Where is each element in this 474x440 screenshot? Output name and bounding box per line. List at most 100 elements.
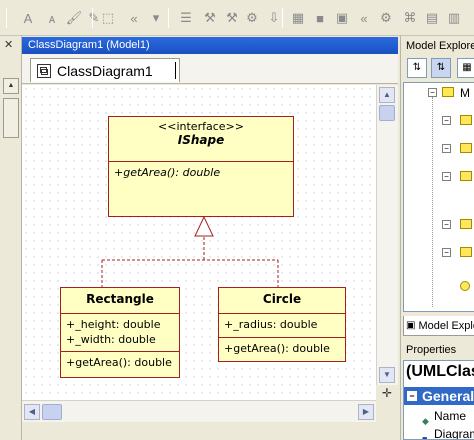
collapse-icon[interactable]: − xyxy=(442,248,451,257)
diagram-canvas[interactable]: <<interface>> IShape +getArea(): double … xyxy=(22,85,376,400)
property-label: Name xyxy=(434,409,467,423)
left-dock-strip: ✕ ▲ xyxy=(0,36,22,440)
element-icon[interactable]: ▤ xyxy=(422,8,442,28)
properties-category[interactable]: − General xyxy=(404,387,474,405)
collapse-icon[interactable]: − xyxy=(442,116,451,125)
font-icon[interactable]: A xyxy=(18,8,38,28)
model-icon xyxy=(442,87,454,97)
class-rectangle[interactable]: Rectangle +_height: double +_width: doub… xyxy=(60,287,180,378)
toolbar-separator xyxy=(92,8,93,28)
circle-operation: +getArea(): double xyxy=(224,342,330,355)
sort-alpha-icon[interactable]: ⇅ xyxy=(431,58,451,78)
sort-icon[interactable]: ⇅ xyxy=(407,58,427,78)
select-icon[interactable]: ⬚ xyxy=(98,8,118,28)
tools-icon[interactable]: ⚙ xyxy=(242,8,262,28)
rectangle-attribute: +_width: double xyxy=(66,333,156,346)
class-ishape[interactable]: <<interface>> IShape +getArea(): double xyxy=(108,116,294,217)
edit-icon[interactable]: ☰ xyxy=(176,8,196,28)
property-row[interactable]: ■ Diagram xyxy=(404,425,474,440)
tree-item[interactable]: − xyxy=(404,141,474,157)
scroll-right-button[interactable]: ▶ xyxy=(358,404,374,420)
collapse-icon[interactable]: − xyxy=(407,391,417,401)
scroll-up-button[interactable]: ▲ xyxy=(3,78,19,94)
scroll-down-button[interactable]: ▼ xyxy=(379,367,395,383)
element-icon[interactable]: ▥ xyxy=(444,8,464,28)
fill-color-icon[interactable]: 🖌 xyxy=(64,8,84,28)
element-icon[interactable]: ▦ xyxy=(457,58,474,78)
tree-item-label: M xyxy=(460,86,470,100)
interface-icon xyxy=(460,281,470,291)
tools-icon[interactable]: ⚒ xyxy=(200,8,220,28)
circle-name: Circle xyxy=(262,292,302,306)
tab-model-explorer[interactable]: ▣ Model Explo xyxy=(403,316,474,336)
rectangle-attribute: +_height: double xyxy=(66,318,161,331)
tools-icon[interactable]: ⇩ xyxy=(264,8,284,28)
properties-heading: (UMLClass) xyxy=(406,363,474,380)
property-row[interactable]: ◆ Name xyxy=(404,407,474,426)
toolbar-separator xyxy=(168,8,169,28)
model-explorer-tab-icon: ▣ xyxy=(406,320,416,331)
element-icon[interactable]: ▣ xyxy=(332,8,352,28)
document-title-bar: ClassDiagram1 (Model1) xyxy=(22,37,398,54)
element-icon xyxy=(460,143,472,153)
tree-item[interactable]: − M xyxy=(404,85,474,101)
scroll-thumb[interactable] xyxy=(42,404,62,420)
realization-arrowhead xyxy=(194,215,214,237)
class-icon xyxy=(460,219,472,229)
tree-item[interactable]: − xyxy=(404,169,474,185)
scroll-up-button[interactable]: ▲ xyxy=(379,87,395,103)
folder-icon[interactable]: ■ xyxy=(310,8,330,28)
settings-icon[interactable]: ⌘ xyxy=(400,8,420,28)
canvas-horizontal-scrollbar[interactable]: ◀ ▶ xyxy=(22,400,376,422)
property-label: Diagram xyxy=(434,427,474,440)
model-explorer-title: Model Explorer xyxy=(403,38,474,54)
properties-grid[interactable]: (UMLClass) − General ◆ Name ■ Diagram xyxy=(403,360,474,440)
scroll-thumb[interactable] xyxy=(379,105,395,121)
element-icon xyxy=(460,115,472,125)
move-icon[interactable]: ✛ xyxy=(378,386,396,400)
scroll-left-button[interactable]: ◀ xyxy=(24,404,40,420)
tab-label: ClassDiagram1 xyxy=(57,62,153,79)
canvas-vertical-scrollbar[interactable]: ▲ ▼ xyxy=(376,85,398,385)
collapse-icon[interactable]: − xyxy=(442,172,451,181)
class-icon xyxy=(460,247,472,257)
properties-title: Properties xyxy=(406,344,457,356)
close-icon[interactable]: ✕ xyxy=(4,38,13,51)
rectangle-name: Rectangle xyxy=(86,292,154,306)
right-panel: Model Explorer ⇅ ⇅ ▦ − M − − − − − ▣ Mod… xyxy=(400,36,474,440)
text-caret xyxy=(175,62,176,79)
model-tree[interactable]: − M − − − − − xyxy=(403,82,474,312)
stereotype-icon[interactable]: « xyxy=(354,8,374,28)
collapse-icon[interactable]: − xyxy=(442,144,451,153)
tab-label: Model Explo xyxy=(418,319,474,332)
ishape-stereotype: <<interface>> xyxy=(158,120,244,133)
toolbar-separator xyxy=(282,8,283,28)
scroll-thumb[interactable] xyxy=(3,98,19,138)
collapse-icon[interactable]: − xyxy=(428,88,437,97)
format-icon[interactable]: « xyxy=(124,8,144,28)
element-icon[interactable]: ▦ xyxy=(288,8,308,28)
ishape-name: IShape xyxy=(177,133,225,147)
status-strip xyxy=(22,422,398,440)
diagram-tab-strip: ClassDiagram1 xyxy=(22,54,398,84)
category-label: General xyxy=(422,388,474,404)
toolbar-separator xyxy=(6,8,7,28)
model-explorer-toolbar: ⇅ ⇅ ▦ xyxy=(403,56,474,80)
text-style-icon[interactable]: ᴀ xyxy=(42,8,62,28)
tab-class-diagram[interactable]: ClassDiagram1 xyxy=(30,58,180,82)
document-title: ClassDiagram1 (Model1) xyxy=(28,39,150,51)
settings-icon[interactable]: ⚙ xyxy=(376,8,396,28)
align-icon[interactable]: ▾ xyxy=(146,8,166,28)
class-diagram-icon xyxy=(37,63,51,78)
tools-icon[interactable]: ⚒ xyxy=(222,8,242,28)
main-toolbar: A ᴀ 🖌 ✎ ⬚ « ▾ ☰ ⚒ ⚒ ⚙ ⇩ ▦ ■ ▣ « ⚙ ⌘ ▤ ▥ xyxy=(0,0,474,36)
circle-attribute: +_radius: double xyxy=(224,318,318,331)
ishape-operation: +getArea(): double xyxy=(114,166,221,179)
element-icon xyxy=(460,171,472,181)
collapse-icon[interactable]: − xyxy=(442,220,451,229)
class-circle[interactable]: Circle +_radius: double +getArea(): doub… xyxy=(218,287,346,362)
tree-item[interactable]: − xyxy=(404,113,474,129)
tree-item[interactable] xyxy=(404,277,474,293)
tree-item[interactable]: − xyxy=(404,217,474,233)
tree-item[interactable]: − xyxy=(404,245,474,261)
